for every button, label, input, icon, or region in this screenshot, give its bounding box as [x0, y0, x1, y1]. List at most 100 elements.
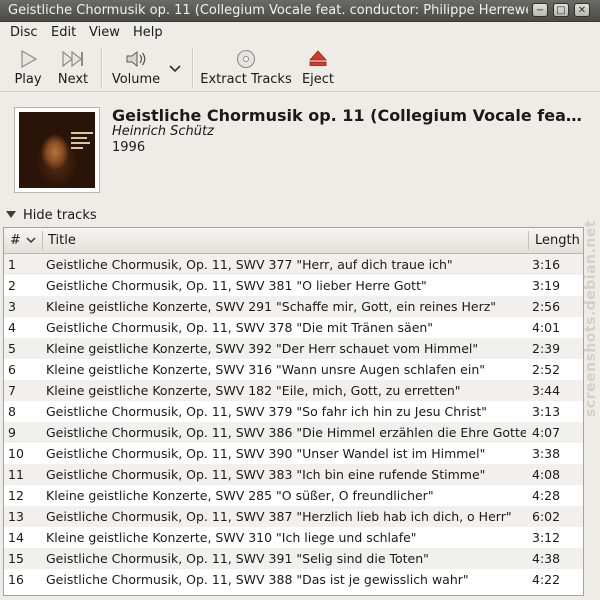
speaker-icon [126, 50, 146, 68]
play-button[interactable]: Play [8, 43, 48, 91]
track-length: 3:13 [532, 404, 561, 419]
menu-edit[interactable]: Edit [51, 25, 76, 40]
track-title: Geistliche Chormusik, Op. 11, SWV 377 "H… [46, 257, 453, 272]
track-title: Geistliche Chormusik, Op. 11, SWV 378 "D… [46, 320, 434, 335]
table-row[interactable]: 13 Geistliche Chormusik, Op. 11, SWV 387 … [4, 506, 583, 527]
track-title: Kleine geistliche Konzerte, SWV 285 "O s… [46, 488, 434, 503]
volume-dropdown[interactable] [166, 43, 184, 91]
table-row[interactable]: 7 Kleine geistliche Konzerte, SWV 182 "Ei… [4, 380, 583, 401]
menu-help[interactable]: Help [133, 25, 163, 40]
expander-arrow-icon [6, 211, 16, 218]
track-title: Geistliche Chormusik, Op. 11, SWV 381 "O… [46, 278, 427, 293]
maximize-button[interactable]: □ [553, 3, 569, 17]
play-icon [21, 49, 38, 69]
table-row[interactable]: 1 Geistliche Chormusik, Op. 11, SWV 377 "… [4, 254, 583, 275]
table-row[interactable]: 11 Geistliche Chormusik, Op. 11, SWV 383 … [4, 464, 583, 485]
track-number: 4 [8, 320, 16, 335]
menu-bar: Disc Edit View Help [0, 22, 600, 42]
track-title: Geistliche Chormusik, Op. 11, SWV 388 "D… [46, 572, 469, 587]
next-track-icon [62, 50, 83, 68]
track-number: 7 [8, 383, 16, 398]
track-number: 6 [8, 362, 16, 377]
track-number: 13 [8, 509, 24, 524]
table-row[interactable]: 14 Kleine geistliche Konzerte, SWV 310 "I… [4, 527, 583, 548]
table-row[interactable]: 5 Kleine geistliche Konzerte, SWV 392 "De… [4, 338, 583, 359]
cd-rip-icon [237, 50, 255, 68]
track-number: 5 [8, 341, 16, 356]
track-length: 2:39 [532, 341, 561, 356]
next-button[interactable]: Next [53, 43, 93, 91]
track-length: 2:52 [532, 362, 561, 377]
extract-tracks-label: Extract Tracks [200, 72, 292, 87]
extract-tracks-button[interactable]: Extract Tracks [200, 43, 292, 91]
toolbar: Play Next Volume Extract Tracks Eject [0, 43, 600, 92]
track-length: 4:01 [532, 320, 561, 335]
toolbar-separator [192, 49, 194, 87]
track-number: 11 [8, 467, 24, 482]
album-cover-art [19, 112, 95, 188]
track-title: Kleine geistliche Konzerte, SWV 316 "Wan… [46, 362, 485, 377]
track-list[interactable]: # Title Length 1 Geistliche Chormusik, Op… [3, 227, 584, 596]
column-divider [528, 231, 529, 250]
track-title: Geistliche Chormusik, Op. 11, SWV 391 "S… [46, 551, 429, 566]
track-length: 3:12 [532, 530, 561, 545]
column-header-number-label: # [10, 233, 21, 248]
column-header-length[interactable]: Length [535, 228, 583, 253]
track-length: 3:16 [532, 257, 561, 272]
track-list-header: # Title Length [4, 228, 583, 254]
track-length: 3:38 [532, 446, 561, 461]
album-artist[interactable]: Heinrich Schütz [112, 124, 214, 139]
track-length: 4:22 [532, 572, 561, 587]
track-rows: 1 Geistliche Chormusik, Op. 11, SWV 377 "… [4, 254, 583, 595]
album-title[interactable]: Geistliche Chormusik op. 11 (Collegium V… [112, 106, 588, 125]
track-number: 10 [8, 446, 24, 461]
track-length: 4:08 [532, 467, 561, 482]
close-button[interactable]: ✕ [574, 3, 590, 17]
track-title: Geistliche Chormusik, Op. 11, SWV 386 "D… [46, 425, 526, 440]
track-number: 3 [8, 299, 16, 314]
chevron-down-icon [169, 65, 181, 73]
table-row[interactable]: 10 Geistliche Chormusik, Op. 11, SWV 390 … [4, 443, 583, 464]
track-title: Geistliche Chormusik, Op. 11, SWV 379 "S… [46, 404, 487, 419]
table-row[interactable]: 3 Kleine geistliche Konzerte, SWV 291 "Sc… [4, 296, 583, 317]
track-length: 6:02 [532, 509, 561, 524]
eject-icon [309, 50, 327, 66]
next-label: Next [57, 72, 89, 87]
track-length: 3:19 [532, 278, 561, 293]
table-row[interactable]: 6 Kleine geistliche Konzerte, SWV 316 "Wa… [4, 359, 583, 380]
track-number: 16 [8, 572, 24, 587]
menu-disc[interactable]: Disc [10, 25, 38, 40]
menu-view[interactable]: View [89, 25, 120, 40]
play-label: Play [14, 72, 42, 87]
table-row[interactable]: 16 Geistliche Chormusik, Op. 11, SWV 388 … [4, 569, 583, 590]
track-title: Geistliche Chormusik, Op. 11, SWV 387 "H… [46, 509, 512, 524]
track-title: Geistliche Chormusik, Op. 11, SWV 383 "I… [46, 467, 486, 482]
minimize-button[interactable]: − [532, 3, 548, 17]
track-title: Geistliche Chormusik, Op. 11, SWV 390 "U… [46, 446, 486, 461]
watermark: screenshots.debian.net [583, 184, 600, 424]
column-header-title[interactable]: Title [48, 228, 526, 253]
title-bar[interactable]: Geistliche Chormusik op. 11 (Collegium V… [0, 0, 600, 22]
table-row[interactable]: 2 Geistliche Chormusik, Op. 11, SWV 381 "… [4, 275, 583, 296]
window-title: Geistliche Chormusik op. 11 (Collegium V… [8, 3, 528, 18]
sort-chevron-icon [26, 237, 36, 244]
volume-button[interactable]: Volume [108, 43, 164, 91]
table-row[interactable]: 9 Geistliche Chormusik, Op. 11, SWV 386 "… [4, 422, 583, 443]
column-header-number[interactable]: # [10, 228, 40, 253]
track-number: 14 [8, 530, 24, 545]
table-row[interactable]: 4 Geistliche Chormusik, Op. 11, SWV 378 "… [4, 317, 583, 338]
track-length: 4:38 [532, 551, 561, 566]
table-row[interactable]: 8 Geistliche Chormusik, Op. 11, SWV 379 "… [4, 401, 583, 422]
track-number: 8 [8, 404, 16, 419]
eject-button[interactable]: Eject [298, 43, 338, 91]
track-length: 4:28 [532, 488, 561, 503]
toolbar-separator [101, 49, 103, 87]
table-row[interactable]: 12 Kleine geistliche Konzerte, SWV 285 "O… [4, 485, 583, 506]
watermark-text: screenshots.debian.net [583, 220, 599, 417]
album-year[interactable]: 1996 [112, 140, 145, 155]
track-number: 12 [8, 488, 24, 503]
table-row[interactable]: 15 Geistliche Chormusik, Op. 11, SWV 391 … [4, 548, 583, 569]
track-number: 9 [8, 425, 16, 440]
track-number: 1 [8, 257, 16, 272]
hide-tracks-label: Hide tracks [23, 208, 97, 223]
